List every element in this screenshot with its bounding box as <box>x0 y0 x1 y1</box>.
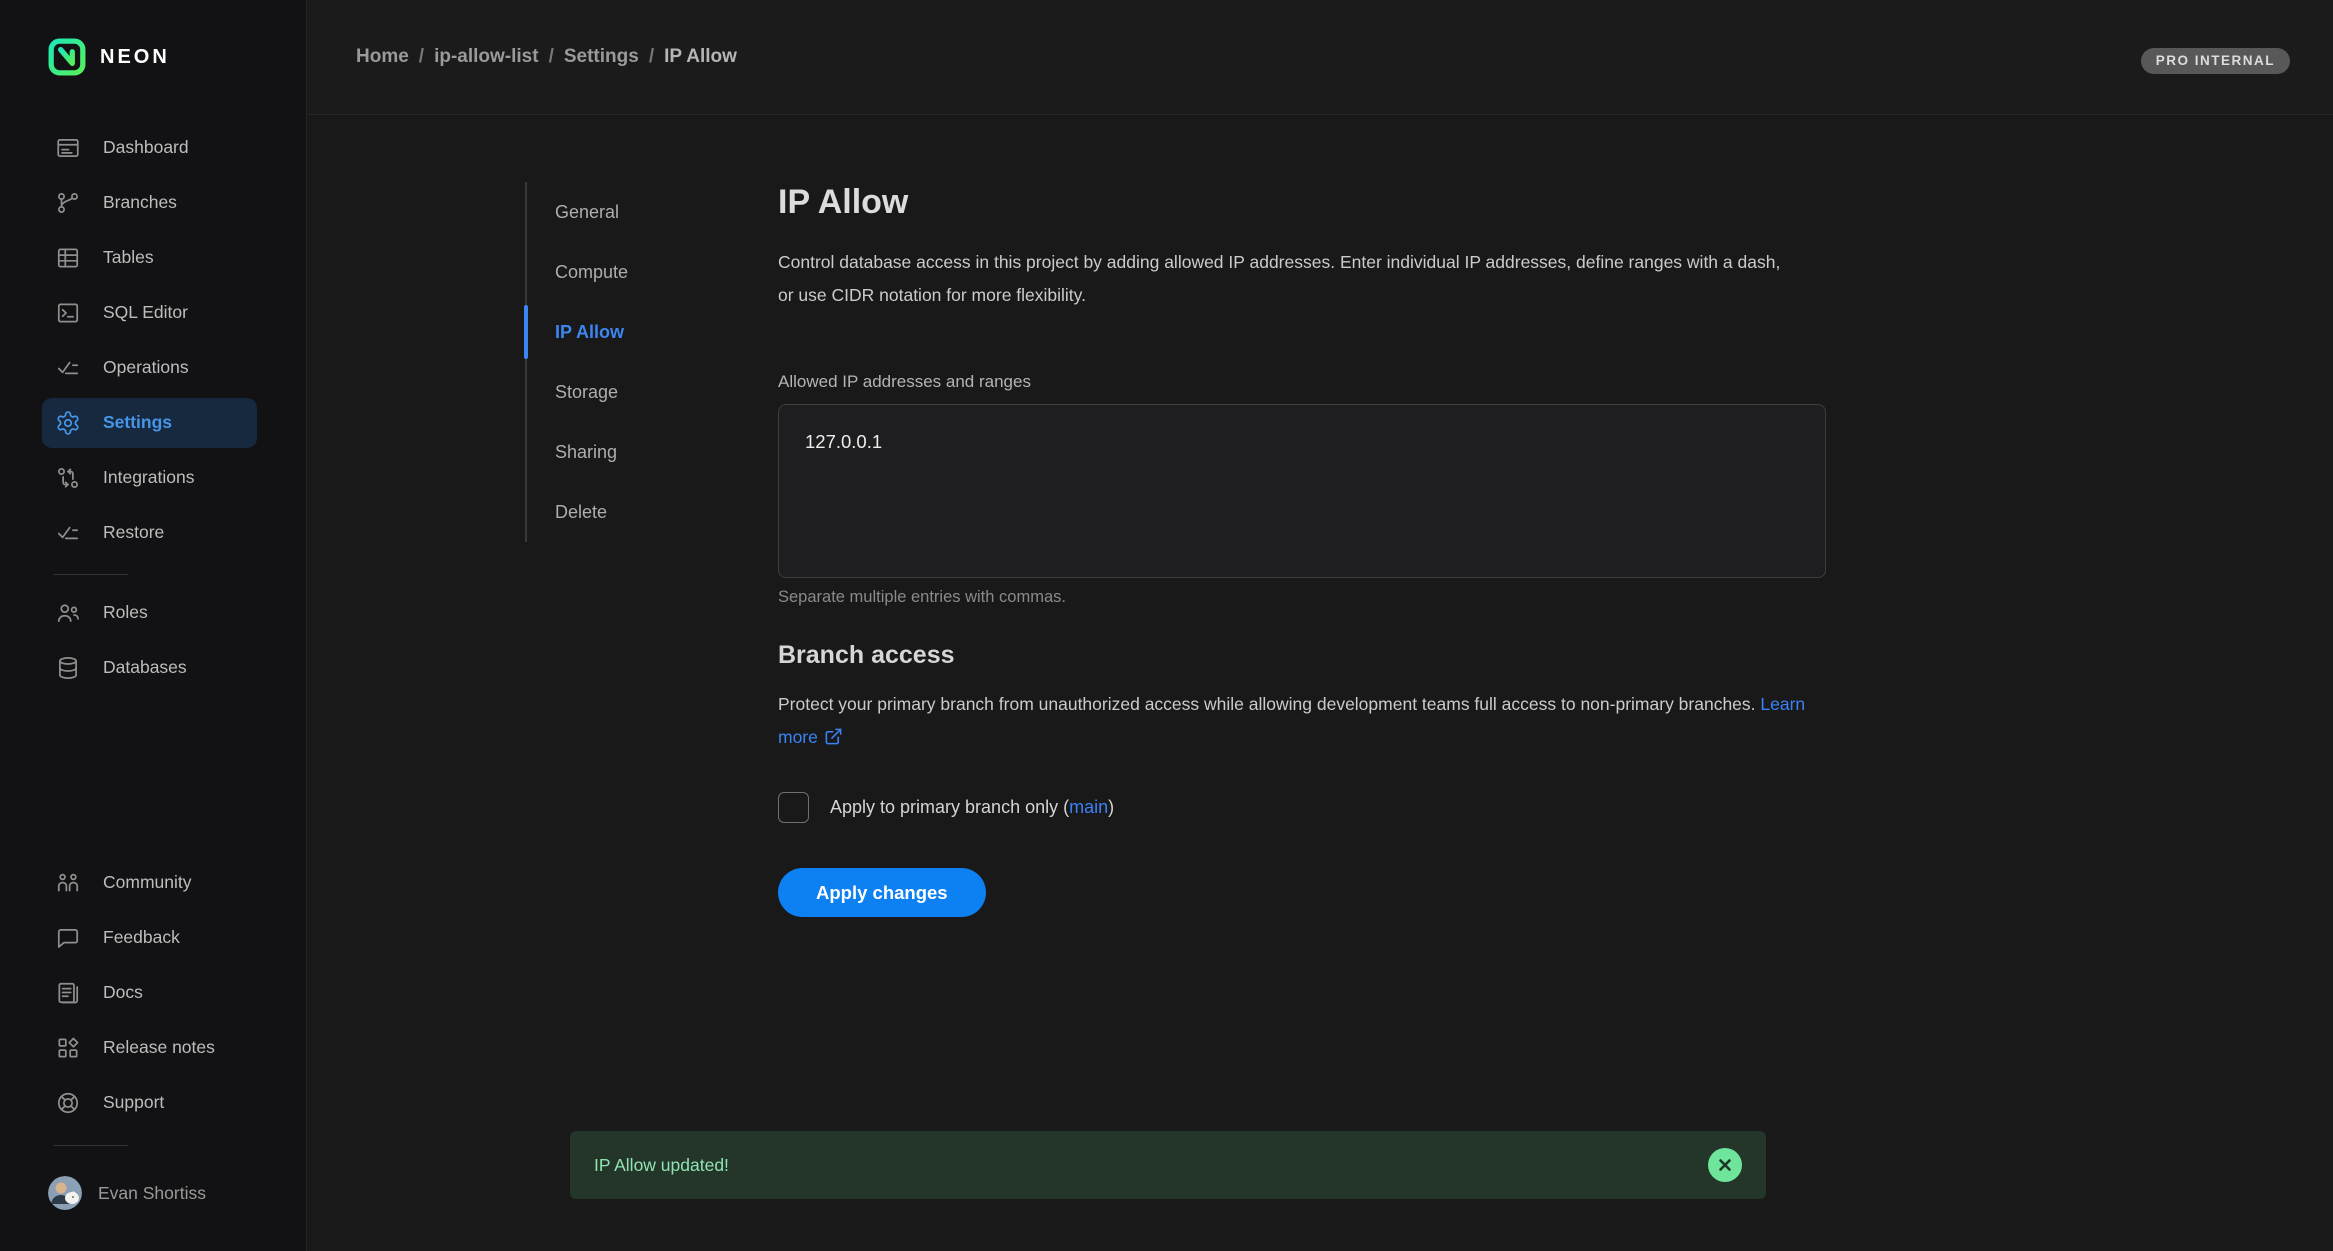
sidebar-item-operations[interactable]: Operations <box>0 340 307 395</box>
apply-changes-button[interactable]: Apply changes <box>778 868 986 917</box>
branches-icon <box>55 190 81 216</box>
close-icon <box>1717 1157 1733 1173</box>
sidebar-main-nav: Dashboard Branches Tables SQL Editor Ope… <box>0 120 307 560</box>
breadcrumb-separator: / <box>649 46 654 68</box>
roles-icon <box>55 600 81 626</box>
community-icon <box>55 870 81 896</box>
toast-close-button[interactable] <box>1708 1148 1742 1182</box>
checkbox-label-prefix: Apply to primary branch only ( <box>830 797 1069 817</box>
sidebar-item-label: Community <box>103 872 192 893</box>
ip-addresses-input[interactable] <box>778 404 1826 578</box>
top-header: Home / ip-allow-list / Settings / IP All… <box>308 0 2333 115</box>
sidebar-item-roles[interactable]: Roles <box>0 585 307 640</box>
sidebar-item-label: Roles <box>103 602 148 623</box>
ip-field-label: Allowed IP addresses and ranges <box>778 372 1838 392</box>
subnav-item-compute[interactable]: Compute <box>527 242 745 302</box>
sidebar-item-databases[interactable]: Databases <box>0 640 307 695</box>
toast-message: IP Allow updated! <box>594 1155 729 1176</box>
plan-badge: PRO INTERNAL <box>2141 48 2290 74</box>
breadcrumb: Home / ip-allow-list / Settings / IP All… <box>356 46 737 68</box>
sidebar-divider <box>54 1145 128 1146</box>
integrations-icon <box>55 465 81 491</box>
sidebar: NEON Dashboard Branches Tables SQL Edito… <box>0 0 307 1251</box>
avatar <box>48 1176 82 1210</box>
settings-subnav: General Compute IP Allow Storage Sharing… <box>525 182 745 542</box>
tables-icon <box>55 245 81 271</box>
sidebar-item-label: Databases <box>103 657 187 678</box>
sidebar-mid-nav: Roles Databases <box>0 585 307 695</box>
subnav-item-sharing[interactable]: Sharing <box>527 422 745 482</box>
breadcrumb-settings[interactable]: Settings <box>564 46 639 68</box>
sidebar-item-dashboard[interactable]: Dashboard <box>0 120 307 175</box>
sidebar-item-community[interactable]: Community <box>0 855 307 910</box>
brand-name: NEON <box>100 46 170 69</box>
sidebar-item-restore[interactable]: Restore <box>0 505 307 560</box>
checkbox-label-suffix: ) <box>1108 797 1114 817</box>
feedback-icon <box>55 925 81 951</box>
subnav-item-general[interactable]: General <box>527 182 745 242</box>
breadcrumb-current: IP Allow <box>664 46 737 68</box>
primary-branch-row: Apply to primary branch only (main) <box>778 792 1838 823</box>
breadcrumb-home[interactable]: Home <box>356 46 409 68</box>
main-content: IP Allow Control database access in this… <box>778 115 1838 917</box>
sidebar-item-settings[interactable]: Settings <box>0 395 307 450</box>
primary-branch-label: Apply to primary branch only (main) <box>830 797 1114 818</box>
branch-access-description: Protect your primary branch from unautho… <box>778 688 1818 754</box>
sidebar-item-docs[interactable]: Docs <box>0 965 307 1020</box>
sidebar-item-label: Support <box>103 1092 164 1113</box>
subnav-item-ip-allow[interactable]: IP Allow <box>527 302 745 362</box>
sidebar-item-label: Release notes <box>103 1037 215 1058</box>
sidebar-item-label: Tables <box>103 247 154 268</box>
sql-editor-icon <box>55 300 81 326</box>
sidebar-item-release-notes[interactable]: Release notes <box>0 1020 307 1075</box>
sidebar-item-label: Docs <box>103 982 143 1003</box>
sidebar-footer-nav: Community Feedback Docs Release notes Su… <box>0 855 307 1130</box>
user-name: Evan Shortiss <box>98 1183 206 1204</box>
user-menu[interactable]: Evan Shortiss <box>48 1176 206 1210</box>
sidebar-item-label: Feedback <box>103 927 180 948</box>
branch-access-text: Protect your primary branch from unautho… <box>778 694 1756 714</box>
breadcrumb-separator: / <box>419 46 424 68</box>
breadcrumb-separator: / <box>549 46 554 68</box>
operations-icon <box>55 355 81 381</box>
release-notes-icon <box>55 1035 81 1061</box>
breadcrumb-project[interactable]: ip-allow-list <box>434 46 539 68</box>
restore-icon <box>55 520 81 546</box>
page-title: IP Allow <box>778 183 1838 222</box>
sidebar-item-label: Dashboard <box>103 137 189 158</box>
page-description: Control database access in this project … <box>778 246 1788 312</box>
subnav-item-delete[interactable]: Delete <box>527 482 745 542</box>
primary-branch-checkbox[interactable] <box>778 792 809 823</box>
success-toast: IP Allow updated! <box>570 1131 1766 1199</box>
sidebar-item-label: Operations <box>103 357 189 378</box>
sidebar-item-integrations[interactable]: Integrations <box>0 450 307 505</box>
sidebar-item-support[interactable]: Support <box>0 1075 307 1130</box>
docs-icon <box>55 980 81 1006</box>
sidebar-item-branches[interactable]: Branches <box>0 175 307 230</box>
external-link-icon <box>824 727 843 746</box>
sidebar-item-label: SQL Editor <box>103 302 188 323</box>
sidebar-item-sql-editor[interactable]: SQL Editor <box>0 285 307 340</box>
neon-logo[interactable]: NEON <box>48 38 170 76</box>
gear-icon <box>55 410 81 436</box>
sidebar-item-label: Restore <box>103 522 164 543</box>
neon-logo-icon <box>48 38 86 76</box>
sidebar-item-tables[interactable]: Tables <box>0 230 307 285</box>
subnav-item-storage[interactable]: Storage <box>527 362 745 422</box>
ip-field-helper: Separate multiple entries with commas. <box>778 588 1838 607</box>
dashboard-icon <box>55 135 81 161</box>
sidebar-divider <box>54 574 128 575</box>
support-icon <box>55 1090 81 1116</box>
branch-access-title: Branch access <box>778 641 1838 670</box>
sidebar-item-label: Branches <box>103 192 177 213</box>
sidebar-item-label: Settings <box>103 412 172 433</box>
databases-icon <box>55 655 81 681</box>
sidebar-item-label: Integrations <box>103 467 194 488</box>
sidebar-item-feedback[interactable]: Feedback <box>0 910 307 965</box>
main-branch-link[interactable]: main <box>1069 797 1108 817</box>
